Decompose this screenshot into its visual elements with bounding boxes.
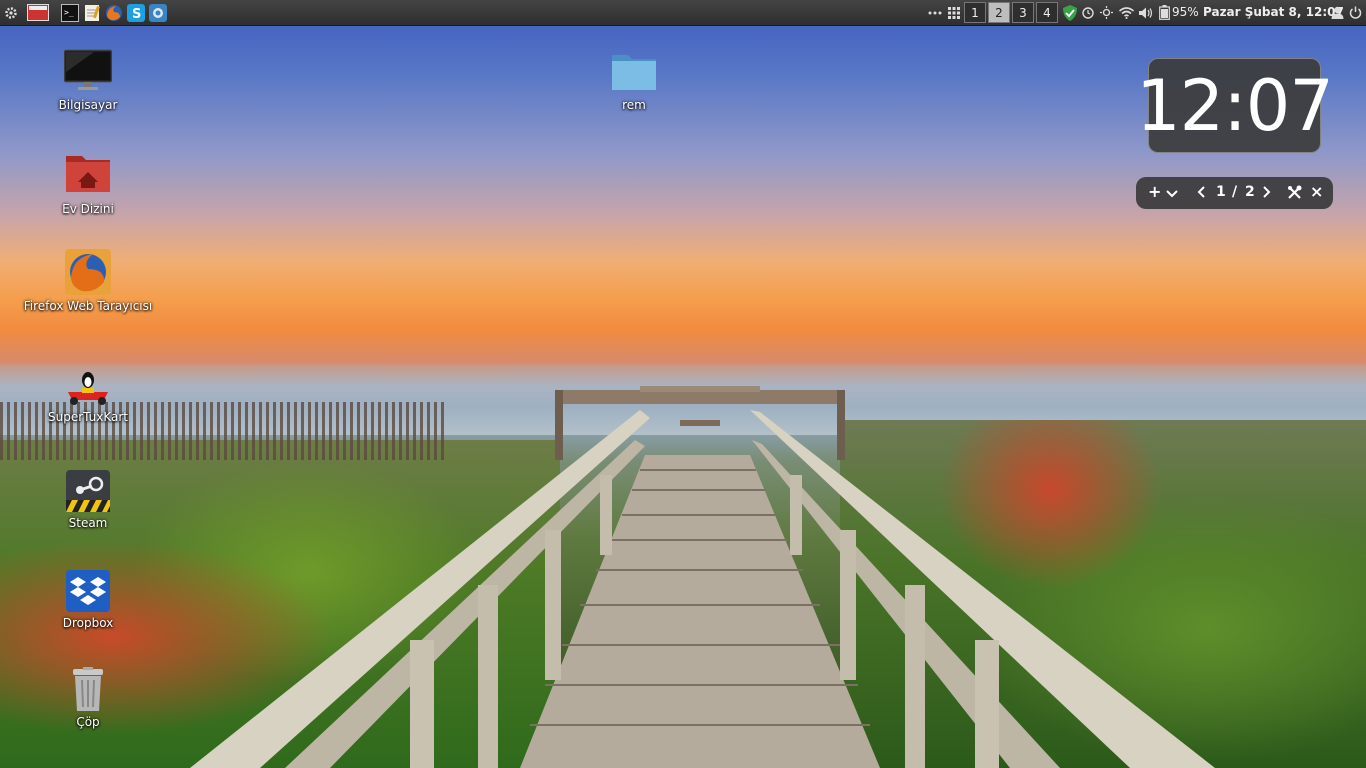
desktop-icon-firefox[interactable]: Firefox Web Tarayıcısı <box>8 249 168 313</box>
desktop-icon-label: rem <box>622 98 646 112</box>
desktop-icon-label: SuperTuxKart <box>47 410 129 424</box>
desktop-icon-computer[interactable]: Bilgisayar <box>8 48 168 112</box>
desktop-icon-trash[interactable]: Çöp <box>8 667 168 729</box>
widget-page-current: 1 <box>1216 184 1226 200</box>
battery-percentage: 95% <box>1172 5 1199 19</box>
panel-datetime[interactable]: Pazar Şubat 8, 12:07 <box>1203 5 1344 19</box>
chevron-left-icon[interactable] <box>1197 186 1205 202</box>
workspace-1-button[interactable]: 1 <box>964 2 986 23</box>
tools-icon[interactable] <box>1287 185 1302 204</box>
desktop-icon-label: Ev Dizini <box>62 202 114 216</box>
home-folder-icon <box>64 152 112 198</box>
gear-icon[interactable] <box>3 3 19 22</box>
desktop-icon-dropbox[interactable]: Dropbox <box>8 570 168 630</box>
more-dots-icon[interactable] <box>928 3 942 22</box>
shield-icon[interactable] <box>1062 3 1078 22</box>
desktop-icon-supertuxkart[interactable]: SuperTuxKart <box>8 370 168 424</box>
steam-icon <box>64 470 112 512</box>
trash-icon <box>64 667 112 713</box>
desktop-icon-label: Çöp <box>76 715 100 729</box>
wifi-icon[interactable] <box>1118 3 1134 22</box>
firefox-icon[interactable] <box>105 3 123 22</box>
workspace-3-button[interactable]: 3 <box>1012 2 1034 23</box>
folder-icon <box>610 52 658 94</box>
chromium-icon[interactable] <box>149 3 167 22</box>
terminal-icon[interactable]: >_ <box>61 3 79 22</box>
desktop-icon-label: Bilgisayar <box>58 98 118 112</box>
dropbox-icon <box>64 570 112 612</box>
clock-widget-time: 12:07 <box>1136 58 1334 153</box>
workspace-4-button[interactable]: 4 <box>1036 2 1058 23</box>
workspace-2-button[interactable]: 2 <box>988 2 1010 23</box>
top-panel: >_ S 1 2 3 4 95% Pazar Şubat 8, 12:07 <box>0 0 1366 26</box>
svg-text:S: S <box>132 7 141 22</box>
widget-page-separator: / <box>1232 184 1238 200</box>
computer-icon <box>63 48 113 94</box>
close-widget-button[interactable]: × <box>1310 182 1323 201</box>
text-editor-icon[interactable] <box>83 3 101 22</box>
clock-icon[interactable] <box>1081 3 1095 22</box>
power-icon[interactable] <box>1348 3 1362 22</box>
brightness-icon[interactable] <box>1099 3 1113 22</box>
widget-page-total: 2 <box>1245 184 1255 200</box>
supertuxkart-icon <box>64 370 112 406</box>
desktop-icon-steam[interactable]: Steam <box>8 470 168 530</box>
user-icon[interactable] <box>1330 3 1344 22</box>
chevron-down-icon[interactable] <box>1166 186 1178 202</box>
firefox-icon <box>64 249 112 295</box>
add-widget-button[interactable]: + <box>1148 182 1161 201</box>
chevron-right-icon[interactable] <box>1263 186 1271 202</box>
desktop-icon-label: Dropbox <box>62 616 114 630</box>
desktop-icon-label: Steam <box>68 516 108 530</box>
app-grid-icon[interactable] <box>947 3 961 22</box>
battery-icon[interactable] <box>1157 3 1171 22</box>
volume-icon[interactable] <box>1138 3 1154 22</box>
desktop-icon-label: Firefox Web Tarayıcısı <box>23 299 153 313</box>
svg-text:>_: >_ <box>64 8 74 17</box>
widget-toolbar: + 1 / 2 × <box>1136 177 1333 209</box>
show-desktop-icon[interactable] <box>27 3 49 22</box>
skype-icon[interactable]: S <box>127 3 145 22</box>
desktop-icon-home[interactable]: Ev Dizini <box>8 152 168 216</box>
desktop-icon-rem-folder[interactable]: rem <box>554 52 714 112</box>
